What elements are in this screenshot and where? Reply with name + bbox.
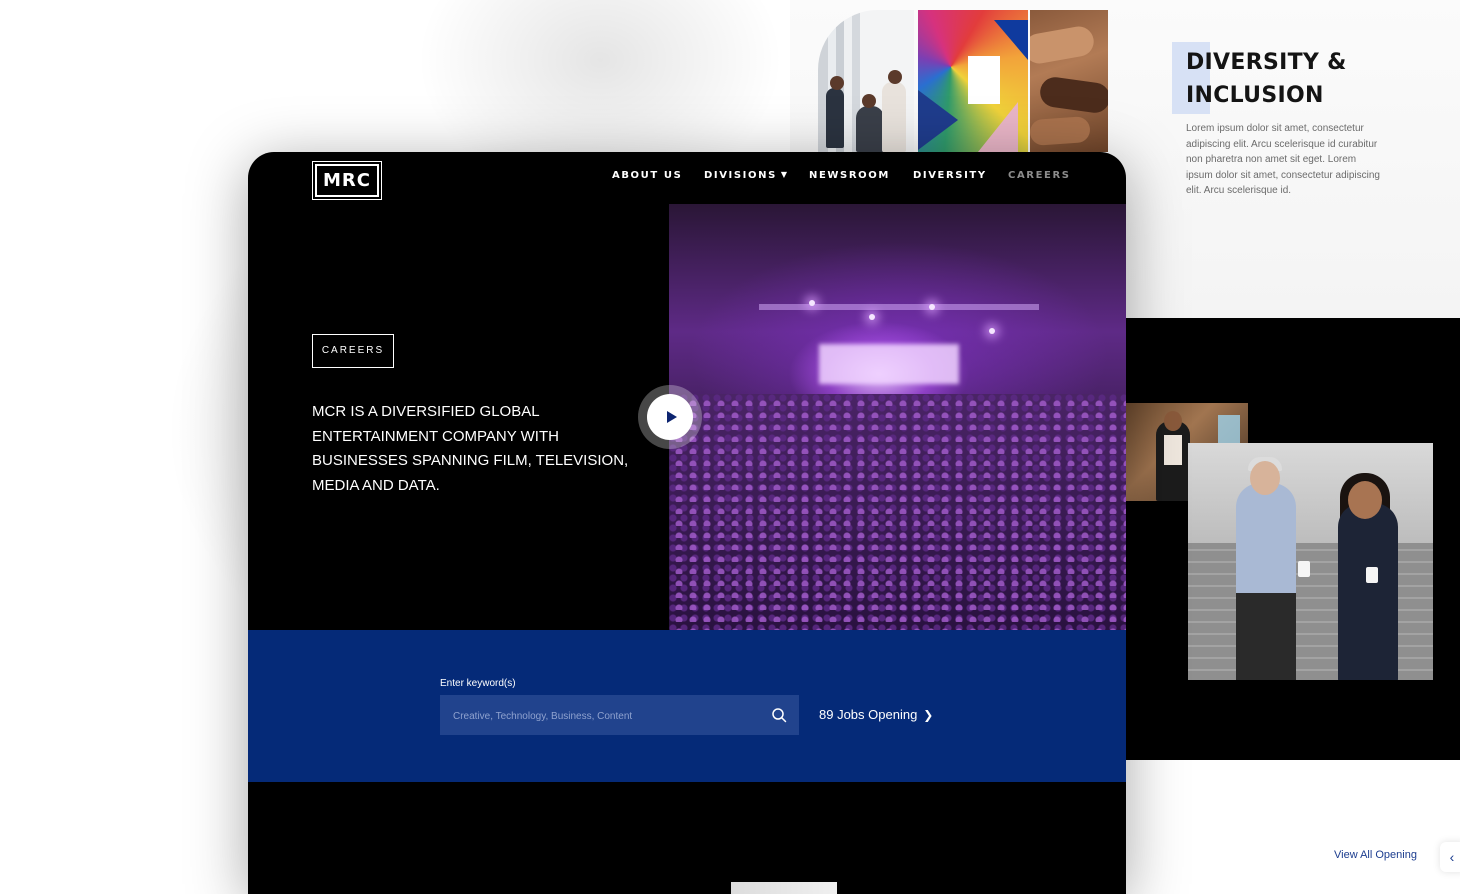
nav-newsroom[interactable]: NEWSROOM bbox=[809, 170, 890, 181]
chevron-right-icon: ❯ bbox=[923, 708, 934, 722]
colorful-mosaic-photo bbox=[918, 10, 1028, 152]
search-box bbox=[440, 695, 799, 737]
thumbnail-preview bbox=[731, 882, 837, 894]
nav-divisions[interactable]: DIVISIONS ▼ bbox=[704, 170, 789, 181]
careers-tag: CAREERS bbox=[312, 334, 394, 368]
nav-careers[interactable]: CAREERS bbox=[1008, 170, 1071, 181]
view-all-openings-link[interactable]: View All Opening bbox=[1334, 849, 1417, 861]
concert-crowd-image bbox=[669, 204, 1126, 630]
hands-photo bbox=[1030, 10, 1108, 152]
job-search-band: Enter keyword(s) 89 Jobs Opening ❯ bbox=[248, 630, 1126, 782]
hero-description: MCR IS A DIVERSIFIED GLOBAL ENTERTAINMEN… bbox=[312, 403, 629, 494]
nav-divisions-label: DIVISIONS bbox=[704, 170, 777, 181]
jobs-opening-label: 89 Jobs Opening bbox=[819, 707, 918, 722]
nav-diversity[interactable]: DIVERSITY bbox=[913, 170, 987, 181]
chevron-left-icon[interactable]: ‹ bbox=[1440, 842, 1460, 872]
diversity-title: DIVERSITY & INCLUSION bbox=[1186, 50, 1347, 108]
job-search-input[interactable] bbox=[440, 695, 765, 737]
nav-about-us[interactable]: ABOUT US bbox=[612, 170, 682, 181]
jobs-opening-link[interactable]: 89 Jobs Opening ❯ bbox=[819, 707, 933, 722]
play-icon bbox=[666, 411, 677, 423]
diversity-body-text: Lorem ipsum dolor sit amet, consectetur … bbox=[1186, 123, 1380, 196]
careers-page-card: MRC ABOUT US DIVISIONS ▼ NEWSROOM DIVERSI… bbox=[248, 152, 1126, 894]
caret-down-icon: ▼ bbox=[780, 170, 789, 179]
search-icon[interactable] bbox=[771, 707, 787, 723]
search-label: Enter keyword(s) bbox=[440, 678, 516, 689]
office-team-photo bbox=[818, 10, 914, 152]
mrc-logo[interactable]: MRC bbox=[312, 161, 382, 200]
colleagues-chatting-photo bbox=[1188, 443, 1433, 680]
play-video-button[interactable] bbox=[638, 385, 702, 449]
people-photo-panel bbox=[1126, 318, 1460, 760]
